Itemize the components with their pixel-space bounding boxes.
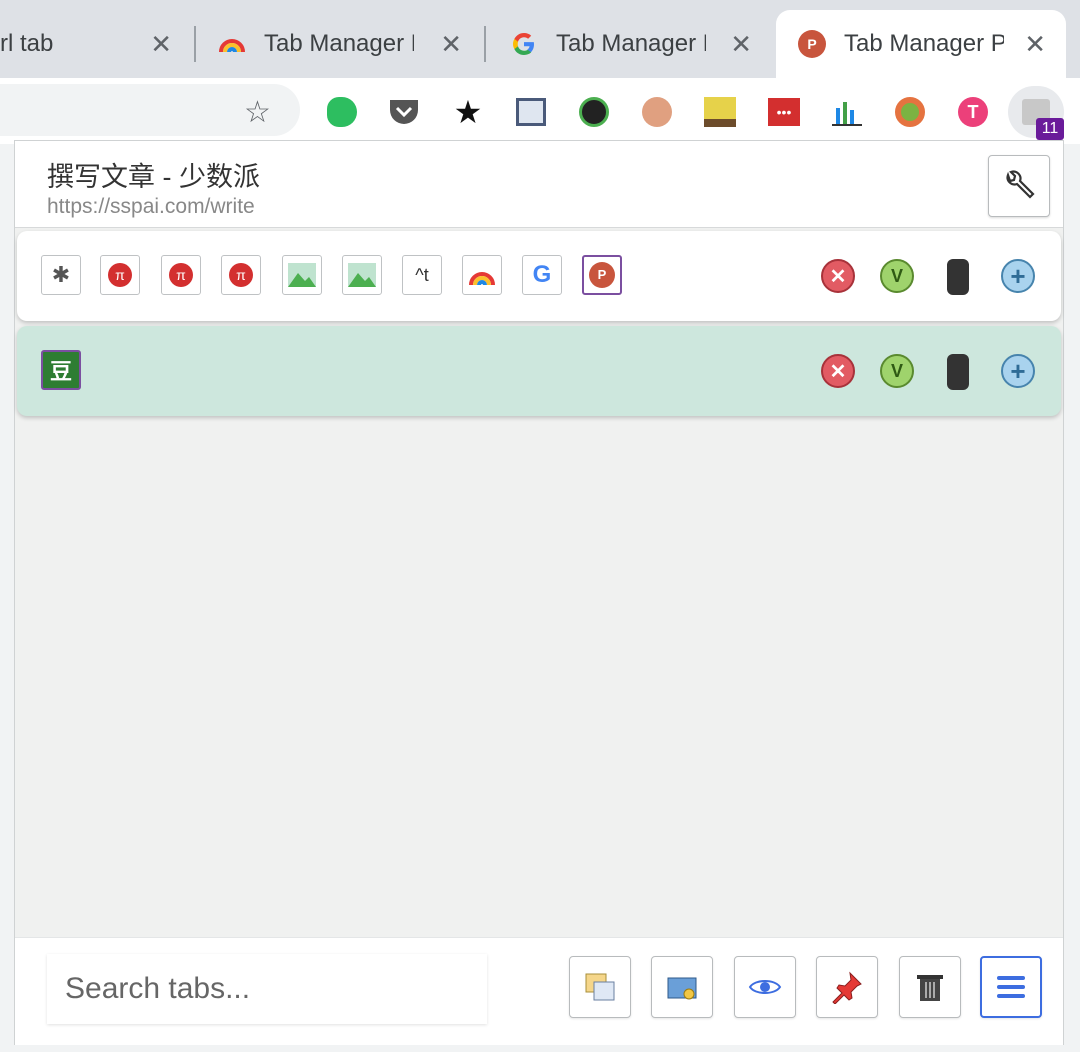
tab-separator [484, 26, 486, 62]
rainbow-icon [218, 30, 246, 58]
tomato-icon[interactable] [892, 94, 928, 130]
window-menu-button[interactable] [947, 259, 969, 295]
window-group-1: ✱ π π π ^t G P ✕ V + [17, 231, 1061, 321]
popup-footer [15, 937, 1063, 1045]
close-icon[interactable]: ✕ [150, 31, 172, 57]
pi-icon[interactable]: π [221, 255, 261, 295]
folder-icon [667, 977, 697, 1000]
trash-icon [917, 975, 943, 1001]
star-plus-icon[interactable]: ★ [450, 94, 486, 130]
browser-tab-active[interactable]: P Tab Manager P ✕ [776, 10, 1066, 78]
plant-icon[interactable] [702, 94, 738, 130]
hamburger-icon [997, 976, 1025, 998]
browser-tab[interactable]: rl tab ✕ [0, 10, 192, 78]
image-icon[interactable] [342, 255, 382, 295]
pi-icon[interactable]: π [100, 255, 140, 295]
puzzle-icon[interactable]: ✱ [41, 255, 81, 295]
delete-button[interactable] [899, 956, 961, 1018]
tab-strip: rl tab ✕ Tab Manager P ✕ Tab Manager P ✕… [0, 0, 1080, 78]
tab-title: Tab Manager P [264, 30, 414, 57]
t-icon[interactable]: T [955, 94, 991, 130]
close-window-button[interactable]: ✕ [821, 259, 855, 293]
minimize-window-button[interactable]: V [880, 354, 914, 388]
close-window-button[interactable]: ✕ [821, 354, 855, 388]
tab-title: Tab Manager P [844, 30, 1004, 57]
pi-icon[interactable]: π [161, 255, 201, 295]
page-url: https://sspai.com/write [47, 195, 255, 218]
minimize-window-button[interactable]: V [880, 259, 914, 293]
windows-button[interactable] [569, 956, 631, 1018]
tab-title: rl tab [0, 30, 54, 57]
google-icon [510, 30, 538, 58]
google-icon[interactable]: G [522, 255, 562, 295]
pin-icon [832, 971, 862, 1004]
browser-tab[interactable]: Tab Manager P ✕ [198, 10, 482, 78]
new-folder-button[interactable] [651, 956, 713, 1018]
tab-title: Tab Manager P [556, 30, 706, 57]
caret-t-icon[interactable]: ^t [402, 255, 442, 295]
tab-count-badge: 11 [1036, 118, 1064, 140]
window-group-2: 豆 ✕ V + [17, 326, 1061, 416]
douban-icon[interactable]: 豆 [41, 350, 81, 390]
camera-icon[interactable] [576, 94, 612, 130]
tab-separator [194, 26, 196, 62]
close-icon[interactable]: ✕ [730, 31, 752, 57]
pin-button[interactable] [816, 956, 878, 1018]
windows-icon [585, 973, 615, 1001]
eye-icon [748, 980, 782, 994]
close-icon[interactable]: ✕ [1024, 31, 1046, 57]
pocket-icon[interactable] [386, 94, 422, 130]
wrench-icon [1006, 170, 1035, 199]
add-tab-button[interactable]: + [1001, 259, 1035, 293]
evernote-icon[interactable] [324, 94, 360, 130]
popup-header: 撰写文章 - 少数派 https://sspai.com/write [15, 141, 1063, 228]
show-button[interactable] [734, 956, 796, 1018]
dots-icon[interactable]: ••• [766, 94, 802, 130]
close-icon[interactable]: ✕ [440, 31, 462, 57]
p-icon: P [798, 30, 826, 58]
add-tab-button[interactable]: + [1001, 354, 1035, 388]
p-icon-selected[interactable]: P [582, 255, 622, 295]
page-title: 撰写文章 - 少数派 [47, 162, 260, 192]
rainbow-icon[interactable] [462, 255, 502, 295]
bar-chart-icon[interactable] [829, 94, 865, 130]
settings-button[interactable] [988, 155, 1050, 217]
glasses-icon[interactable] [639, 94, 675, 130]
window-menu-button[interactable] [947, 354, 969, 390]
browser-tab[interactable]: Tab Manager P ✕ [490, 10, 772, 78]
search-input[interactable] [47, 954, 487, 1024]
tab-manager-popup: 撰写文章 - 少数派 https://sspai.com/write ✱ π π… [14, 140, 1064, 1045]
window-icon[interactable] [513, 94, 549, 130]
menu-button[interactable] [980, 956, 1042, 1018]
bookmark-star-icon[interactable]: ☆ [244, 98, 271, 128]
image-icon[interactable] [282, 255, 322, 295]
